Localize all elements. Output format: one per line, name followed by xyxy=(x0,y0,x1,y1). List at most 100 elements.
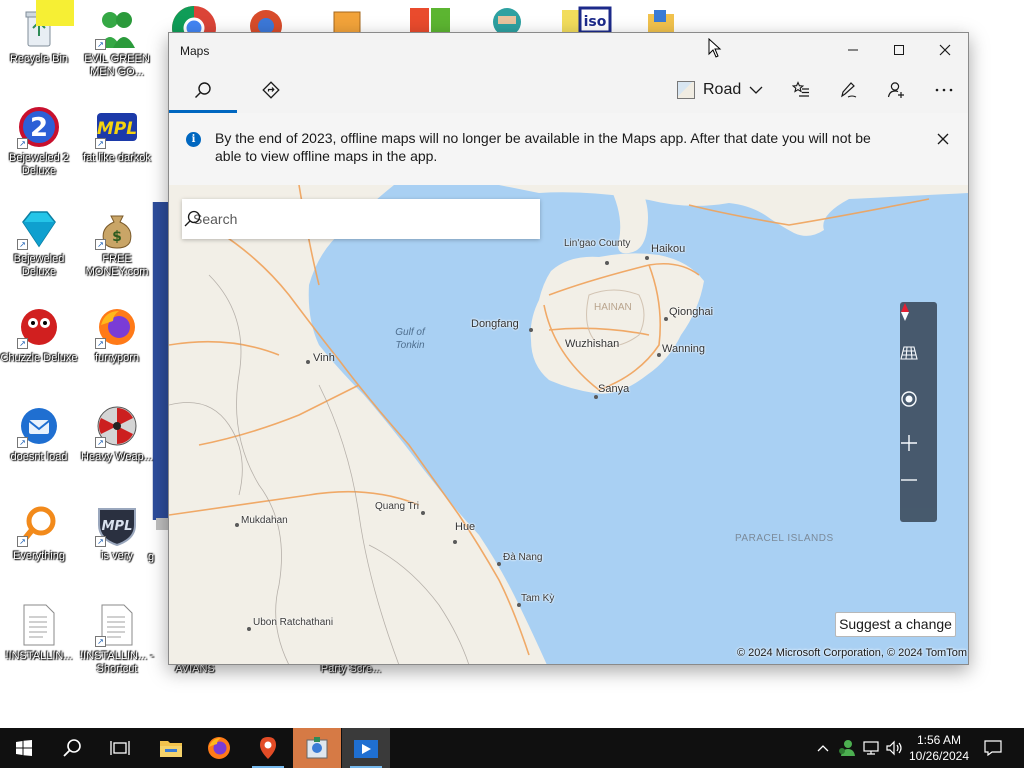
everything-search-icon: ↗ xyxy=(17,503,61,547)
search-box[interactable] xyxy=(182,199,540,239)
close-icon xyxy=(939,44,951,56)
favorites-button[interactable] xyxy=(786,75,816,105)
map-label-sanya: Sanya xyxy=(598,383,630,395)
close-button[interactable] xyxy=(922,33,968,67)
desktop-icon-label: !INSTALLIN... xyxy=(5,650,73,662)
map-label-vinh: Vinh xyxy=(313,352,335,364)
desktop-icon-installin-shortcut[interactable]: ↗ !INSTALLIN... - Shortcut xyxy=(78,603,156,676)
minimize-button[interactable] xyxy=(830,33,876,67)
close-icon xyxy=(937,133,949,145)
tab-search[interactable] xyxy=(169,67,237,113)
desktop-icon-partial-g[interactable]: g xyxy=(148,548,168,564)
banner-close-button[interactable] xyxy=(931,127,955,151)
favorites-icon xyxy=(792,81,809,97)
desktop-icon-evil-green-men[interactable]: ↗ EVIL GREEN MEN GO... xyxy=(78,6,156,79)
compass-button[interactable] xyxy=(900,302,937,346)
city-marker xyxy=(235,523,239,527)
desktop-icon-installin[interactable]: !INSTALLIN... xyxy=(0,603,78,663)
maximize-icon xyxy=(894,45,904,55)
show-hidden-icons-button[interactable] xyxy=(812,728,834,768)
clock-date: 10/26/2024 xyxy=(908,749,970,763)
ink-pen-icon xyxy=(841,82,857,98)
search-input[interactable] xyxy=(182,199,502,239)
desktop-icon-heavy-weapon[interactable]: ↗ Heavy Weap... xyxy=(78,404,156,464)
taskbar-photos-button[interactable] xyxy=(293,728,341,768)
desktop-icon-fat-like-darkok[interactable]: MPL ↗ fat like darkok xyxy=(78,105,156,165)
desktop-icon-label: Heavy Weap... xyxy=(81,451,153,463)
maximize-button[interactable] xyxy=(876,33,922,67)
file-explorer-icon xyxy=(160,741,182,757)
taskbar-search-button[interactable] xyxy=(48,728,96,768)
taskbar-firefox-button[interactable] xyxy=(195,728,243,768)
maps-window[interactable]: Maps Road i By the end of 2023, offline … xyxy=(168,32,969,665)
map-canvas[interactable]: Lin'gao County Haikou Dongfang HAINAN Qi… xyxy=(169,185,968,664)
locate-me-icon xyxy=(901,391,917,407)
network-icon xyxy=(863,741,879,755)
desktop-icon-chuzzle[interactable]: ↗ Chuzzle Deluxe xyxy=(0,305,78,365)
map-label-quang-tri: Quang Tri xyxy=(375,501,419,512)
map-copyright: © 2024 Microsoft Corporation, © 2024 Tom… xyxy=(737,647,968,659)
suggest-change-button[interactable]: Suggest a change xyxy=(835,612,956,637)
tab-directions[interactable] xyxy=(237,67,305,113)
map-label-qionghai: Qionghai xyxy=(669,306,714,318)
map-3d-button[interactable] xyxy=(900,346,937,390)
map-3d-icon xyxy=(900,346,918,360)
map-label-lingao: Lin'gao County xyxy=(564,238,631,249)
city-marker xyxy=(664,317,668,321)
tray-user-status[interactable] xyxy=(836,728,858,768)
firefox-icon: ↗ xyxy=(95,305,139,349)
heavy-weapon-icon: ↗ xyxy=(95,404,139,448)
start-button[interactable] xyxy=(0,728,48,768)
shortcut-arrow-icon: ↗ xyxy=(95,39,106,50)
desktop-icon-is-very[interactable]: MPL ↗ is very xyxy=(78,503,156,563)
document-icon xyxy=(17,603,61,647)
desktop-icon-everything[interactable]: ↗ Everything xyxy=(0,503,78,563)
map-style-dropdown[interactable]: Road xyxy=(677,76,763,104)
desktop-icon-label: g xyxy=(148,551,155,563)
desktop-icon-furryporn[interactable]: ↗ furryporn xyxy=(78,305,156,365)
taskbar-maps-button[interactable] xyxy=(244,728,292,768)
map-label-ubon-ratchathani: Ubon Ratchathani xyxy=(253,617,334,628)
ink-button[interactable] xyxy=(833,75,863,105)
notification-center-button[interactable] xyxy=(978,728,1008,768)
zoom-in-button[interactable] xyxy=(900,434,937,478)
map-label-paracel-islands: PARACEL ISLANDS xyxy=(735,533,834,544)
shortcut-arrow-icon: ↗ xyxy=(95,636,106,647)
locate-me-button[interactable] xyxy=(900,390,937,434)
desktop-icon-thunderbird[interactable]: ↗ doesnt load xyxy=(0,404,78,464)
city-marker xyxy=(594,395,598,399)
desktop-icon-label: Bejeweled 2 Deluxe xyxy=(9,152,69,177)
offline-maps-banner: i By the end of 2023, offline maps will … xyxy=(169,113,968,185)
search-icon xyxy=(63,739,81,757)
desktop-icon-label: Everything xyxy=(13,550,65,562)
svg-text:2: 2 xyxy=(30,113,48,143)
city-marker xyxy=(421,511,425,515)
desktop-icon-bejeweled[interactable]: ↗ Bejeweled Deluxe xyxy=(0,206,78,279)
tray-network[interactable] xyxy=(860,728,882,768)
desktop-icon-bejeweled-2[interactable]: 2 ↗ Bejeweled 2 Deluxe xyxy=(0,105,78,178)
zoom-out-icon xyxy=(901,479,917,481)
zoom-out-button[interactable] xyxy=(900,478,937,522)
map-label-hue: Hue xyxy=(455,521,476,533)
map-style-label: Road xyxy=(703,81,742,98)
taskbar-clock[interactable]: 1:56 AM 10/26/2024 xyxy=(900,732,978,764)
compass-icon xyxy=(901,303,909,321)
desktop-icon-label: Chuzzle Deluxe xyxy=(0,352,78,364)
account-button[interactable] xyxy=(881,75,911,105)
file-explorer-button[interactable] xyxy=(147,728,195,768)
more-button[interactable] xyxy=(929,75,959,105)
taskbar-media-player-button[interactable] xyxy=(342,728,390,768)
city-marker xyxy=(529,328,533,332)
chevron-up-icon xyxy=(817,745,829,752)
chuzzle-icon: ↗ xyxy=(17,305,61,349)
window-title: Maps xyxy=(180,44,210,58)
bejeweled2-icon: 2 ↗ xyxy=(17,105,61,149)
mouse-cursor-icon xyxy=(708,38,722,58)
shortcut-arrow-icon: ↗ xyxy=(95,338,106,349)
task-view-button[interactable] xyxy=(96,728,144,768)
search-icon[interactable] xyxy=(182,209,202,229)
title-bar[interactable]: Maps xyxy=(169,33,968,67)
map-label-tam-ky: Tam Kỳ xyxy=(521,593,555,604)
account-add-icon xyxy=(887,82,904,98)
desktop-icon-free-money[interactable]: $ ↗ FREE MONEY.com xyxy=(78,206,156,279)
